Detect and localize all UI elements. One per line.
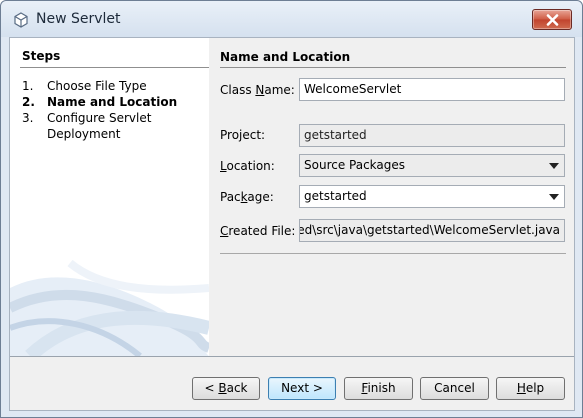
- close-icon: [546, 14, 559, 26]
- steps-divider: [20, 67, 209, 68]
- wizard-decoration-image: [10, 259, 209, 356]
- package-value: getstarted: [304, 189, 367, 203]
- button-bar-divider: [10, 356, 574, 357]
- close-button[interactable]: [532, 9, 572, 30]
- back-button[interactable]: < Back: [192, 377, 260, 400]
- section-heading: Name and Location: [220, 50, 351, 64]
- window-title: New Servlet: [36, 11, 121, 27]
- project-label: Project:: [220, 128, 266, 142]
- package-label: Package:: [220, 190, 274, 204]
- created-file-field: ted\src\java\getstarted\WelcomeServlet.j…: [299, 219, 565, 242]
- cube-icon: [14, 12, 28, 28]
- new-servlet-dialog: New Servlet Steps 1. Choose File Type 2.…: [0, 0, 583, 418]
- chevron-down-icon[interactable]: [549, 163, 559, 169]
- steps-heading: Steps: [22, 49, 61, 63]
- location-selected-value: Source Packages: [304, 158, 406, 172]
- section-divider: [220, 67, 566, 68]
- step-label: Choose File Type: [47, 79, 147, 93]
- step-label: Configure Servlet: [47, 111, 152, 125]
- chevron-down-icon[interactable]: [549, 194, 559, 200]
- step-label-continued: Deployment: [47, 127, 121, 141]
- project-field: getstarted: [299, 124, 565, 147]
- location-dropdown[interactable]: Source Packages: [299, 154, 565, 177]
- class-name-input[interactable]: WelcomeServlet: [299, 78, 565, 101]
- form-divider: [220, 253, 566, 254]
- help-button[interactable]: Help: [496, 377, 565, 400]
- step-number: 3.: [22, 111, 34, 125]
- steps-pane: Steps 1. Choose File Type 2. Name and Lo…: [10, 38, 209, 356]
- step-label: Name and Location: [47, 95, 178, 109]
- cancel-button[interactable]: Cancel: [420, 377, 489, 400]
- class-name-label: Class Name:: [220, 83, 295, 97]
- title-bar[interactable]: New Servlet: [1, 1, 582, 37]
- dialog-body: Steps 1. Choose File Type 2. Name and Lo…: [9, 37, 575, 411]
- step-number: 1.: [22, 79, 34, 93]
- created-file-label: Created File:: [220, 224, 296, 238]
- location-label: Location:: [220, 159, 275, 173]
- finish-button[interactable]: Finish: [344, 377, 413, 400]
- package-combobox[interactable]: getstarted: [299, 185, 565, 208]
- next-button[interactable]: Next >: [268, 377, 336, 400]
- step-number: 2.: [22, 95, 35, 109]
